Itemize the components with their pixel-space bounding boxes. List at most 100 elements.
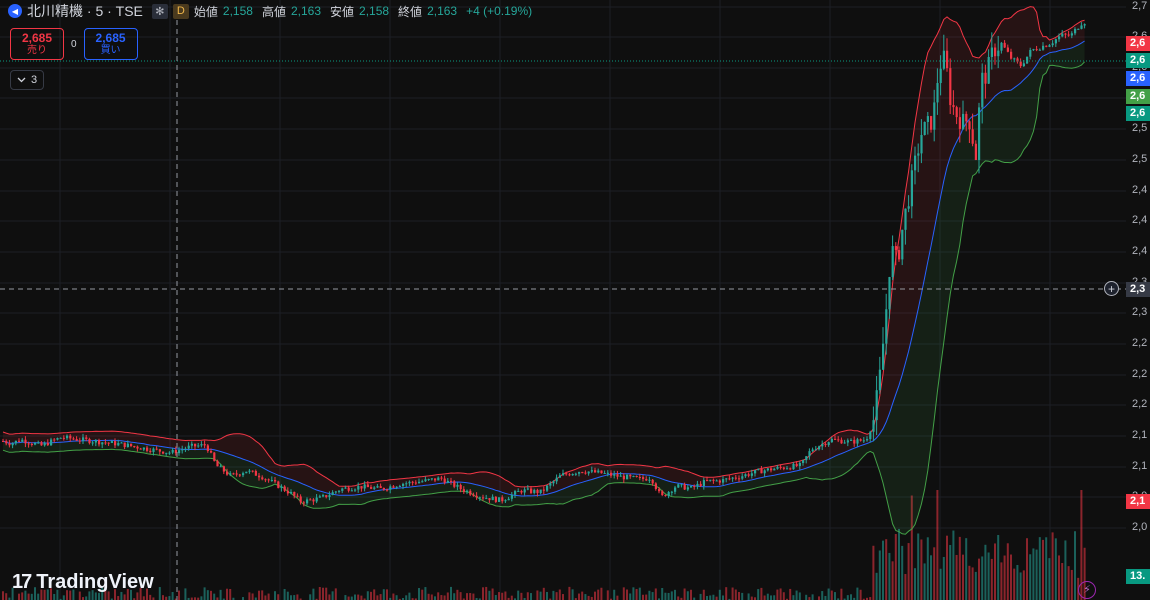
price-tick: 2,5 [1132,153,1148,165]
volume-bar [821,591,824,600]
volume-bar [648,590,651,600]
price-label: 2,6 [1126,36,1150,51]
indicators-toggle[interactable]: 3 [10,70,45,90]
volume-bar [939,568,942,600]
volume-bar [891,561,894,600]
volume-bar [142,596,145,600]
volume-bar [702,589,705,600]
volume-bar [501,592,504,600]
volume-bar [382,589,385,600]
candle [814,445,817,451]
volume-bar [171,591,174,600]
volume-bar [616,595,619,600]
symbol-title[interactable]: 北川精機 · 5 · TSE [27,1,143,21]
volume-bar [446,592,449,600]
volume-bar [430,594,433,600]
volume-bar [37,593,40,600]
volume-bar [587,595,590,600]
volume-bar [677,596,680,600]
volume-bar [741,592,744,600]
volume-bar [2,591,4,600]
volume-bar [581,591,584,600]
volume-bar [258,590,260,600]
volume-bar [798,592,801,600]
volume-bar [885,539,888,600]
volume-bar [210,590,212,600]
tradingview-mark-icon: 17 [12,571,32,593]
volume-bar [418,588,420,600]
volume-bar [958,536,961,600]
tradingview-logo[interactable]: 17 TradingView [12,571,154,594]
volume-bar [347,596,350,600]
volume-bar [894,534,897,600]
volume-bar [645,594,648,600]
buy-button[interactable]: 2,685 買い [83,28,138,60]
volume-bar [379,594,382,600]
volume-bar [408,592,411,600]
volume-bar [901,545,904,600]
volume-bar [792,595,795,600]
plus-icon[interactable]: + [1104,281,1119,296]
candle [600,470,603,474]
volume-bar [504,591,507,600]
price-label: 2,6 [1126,53,1150,68]
lightning-icon[interactable]: ⚡ [1078,581,1096,599]
high-value: 2,163 [290,4,321,18]
volume-bar [709,595,712,600]
volume-bar [1074,531,1076,600]
volume-bar [123,594,126,600]
volume-bar [1026,538,1028,600]
volume-bar [942,556,945,600]
asterisk-icon[interactable]: ✻ [151,3,168,19]
volume-bar [766,593,769,600]
volume-bar [699,593,702,600]
volume-bar [261,590,264,600]
volume-bar [1019,572,1022,600]
buy-price: 2,685 [95,30,126,45]
volume-bar [779,588,782,600]
volume-bar [85,596,88,600]
volume-bar [149,594,152,600]
volume-bar [994,543,996,600]
volume-bar [811,594,814,600]
volume-bar [517,590,520,600]
price-tick: 2,2 [1132,337,1148,349]
volume-bar [498,592,500,600]
volume-bar [846,595,849,600]
volume-bar [472,593,475,600]
volume-bar [226,588,228,600]
volume-bar [731,587,734,600]
volume-bar [328,594,331,600]
volume-bar [872,545,875,600]
flag-icon[interactable]: ◀ [8,4,22,18]
volume-bar [971,567,974,600]
volume-bar [670,591,673,600]
delayed-badge[interactable]: D [172,3,189,19]
volume-bar [661,587,664,600]
price-chart[interactable] [0,0,1150,600]
volume-bar [965,538,968,600]
volume-bar [990,558,993,600]
volume-bar [571,589,574,600]
volume-bar [27,593,30,600]
volume-bar [357,594,360,600]
candle [498,497,501,503]
volume-bar [770,595,772,600]
volume-bar [117,596,120,600]
price-label: 2,1 [1126,494,1150,509]
volume-bar [1006,543,1009,600]
volume-bar [987,552,990,600]
volume-bar [997,534,1000,600]
volume-bar [946,535,948,600]
price-tick: 2,4 [1132,214,1148,226]
volume-bar [373,589,376,600]
candle [811,447,814,452]
volume-bar [936,490,939,600]
low-value: 2,158 [359,4,390,18]
volume-bar [738,592,740,600]
candle [1026,56,1029,65]
volume-bar [184,588,187,600]
volume-bar [773,595,776,600]
sell-button[interactable]: 2,685 売り [10,28,64,60]
volume-bar [219,589,222,600]
